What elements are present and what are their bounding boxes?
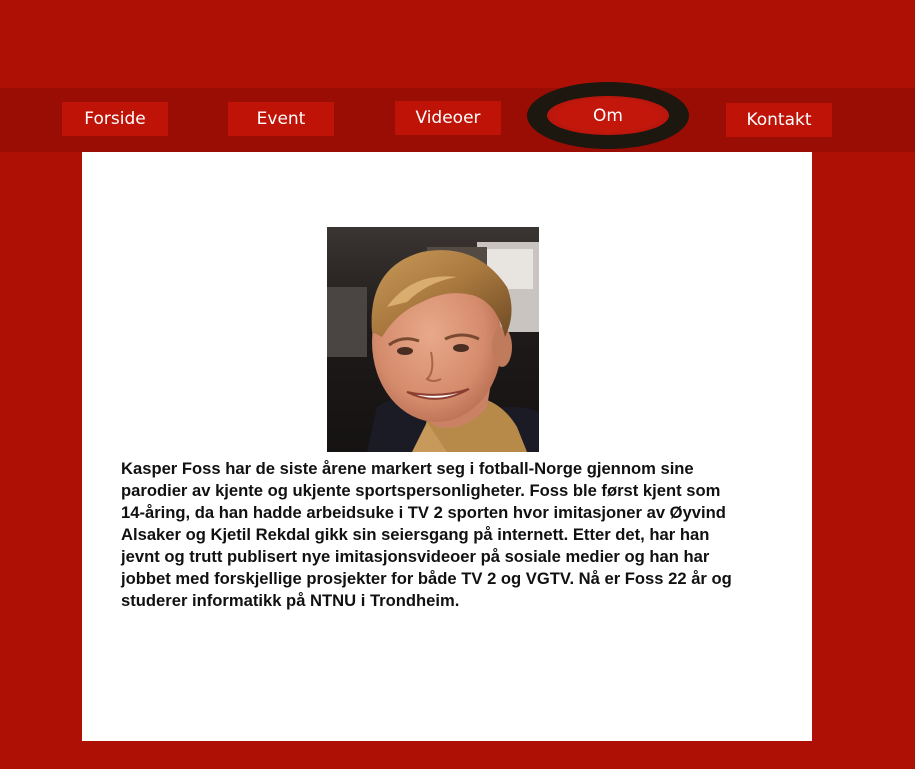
about-content-card: Kasper Foss har de siste årene markert s…: [82, 152, 812, 741]
biography-text: Kasper Foss har de siste årene markert s…: [121, 458, 801, 612]
main-navigation: Forside Event Videoer Om Kontakt: [0, 82, 915, 152]
portrait-illustration: [327, 227, 539, 452]
nav-forside-button[interactable]: Forside: [62, 102, 168, 136]
biography-line: studerer informatikk på NTNU i Trondheim…: [121, 591, 460, 610]
biography-line: parodier av kjente og ukjente sportspers…: [121, 481, 721, 500]
portrait-photo: [327, 227, 539, 452]
biography-line: 14-åring, da han hadde arbeidsuke i TV 2…: [121, 503, 726, 522]
nav-kontakt-button[interactable]: Kontakt: [726, 103, 832, 137]
nav-om-label: Om: [547, 96, 669, 135]
nav-om-button-active[interactable]: Om: [527, 82, 689, 149]
nav-event-button[interactable]: Event: [228, 102, 334, 136]
biography-line: jevnt og trutt publisert nye imitasjonsv…: [121, 547, 710, 566]
biography-line: Kasper Foss har de siste årene markert s…: [121, 459, 694, 478]
nav-videoer-button[interactable]: Videoer: [395, 101, 501, 135]
biography-line: Alsaker og Kjetil Rekdal gikk sin seiers…: [121, 525, 710, 544]
biography-line: jobbet med forskjellige prosjekter for b…: [121, 569, 732, 588]
